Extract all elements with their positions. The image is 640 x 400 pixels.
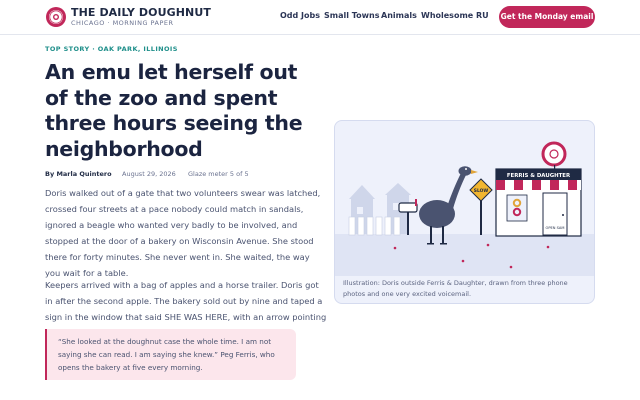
brand-name[interactable]: THE DAILY DOUGHNUT bbox=[71, 6, 211, 19]
open-sign-label: OPEN SAM bbox=[545, 226, 564, 230]
glaze-meter: Glaze meter 5 of 5 bbox=[188, 170, 249, 178]
nav-link-wholesome[interactable]: Wholesome bbox=[421, 11, 473, 20]
nav-link-ru[interactable]: RU bbox=[476, 11, 489, 20]
nav-link-small-towns[interactable]: Small Towns bbox=[324, 11, 380, 20]
subscribe-button[interactable]: Get the Monday email bbox=[499, 6, 595, 28]
article-paragraph: Doris walked out of a gate that two volu… bbox=[45, 188, 321, 278]
byline-author[interactable]: By Marla Quintero bbox=[45, 170, 112, 178]
emu-illustration bbox=[419, 166, 478, 245]
site-header: THE DAILY DOUGHNUT CHICAGO · MORNING PAP… bbox=[0, 0, 640, 35]
doughnut-logo-icon[interactable] bbox=[45, 6, 67, 28]
slow-road-sign bbox=[469, 178, 493, 235]
pull-quote: “She looked at the doughnut case the who… bbox=[45, 329, 296, 380]
byline-date: August 29, 2026 bbox=[122, 170, 176, 178]
nav-link-odd-jobs[interactable]: Odd Jobs bbox=[280, 11, 320, 20]
nav-link-animals[interactable]: Animals bbox=[381, 11, 417, 20]
illustration-card: SLOW FERRIS & DAUGHTER OPEN SAM Illustra… bbox=[334, 120, 595, 304]
brand-tagline: CHICAGO · MORNING PAPER bbox=[71, 19, 174, 27]
article-kicker: TOP STORY · OAK PARK, ILLINOIS bbox=[45, 45, 178, 53]
slow-sign-label: SLOW bbox=[474, 188, 489, 194]
emu-bakery-illustration: SLOW FERRIS & DAUGHTER OPEN SAM bbox=[335, 141, 594, 276]
article-headline: An emu let herself out of the zoo and sp… bbox=[45, 60, 303, 161]
bakery-storefront bbox=[495, 141, 582, 237]
illustration-caption: Illustration: Doris outside Ferris & Dau… bbox=[343, 279, 568, 298]
bakery-sign-label: FERRIS & DAUGHTER bbox=[507, 173, 571, 179]
